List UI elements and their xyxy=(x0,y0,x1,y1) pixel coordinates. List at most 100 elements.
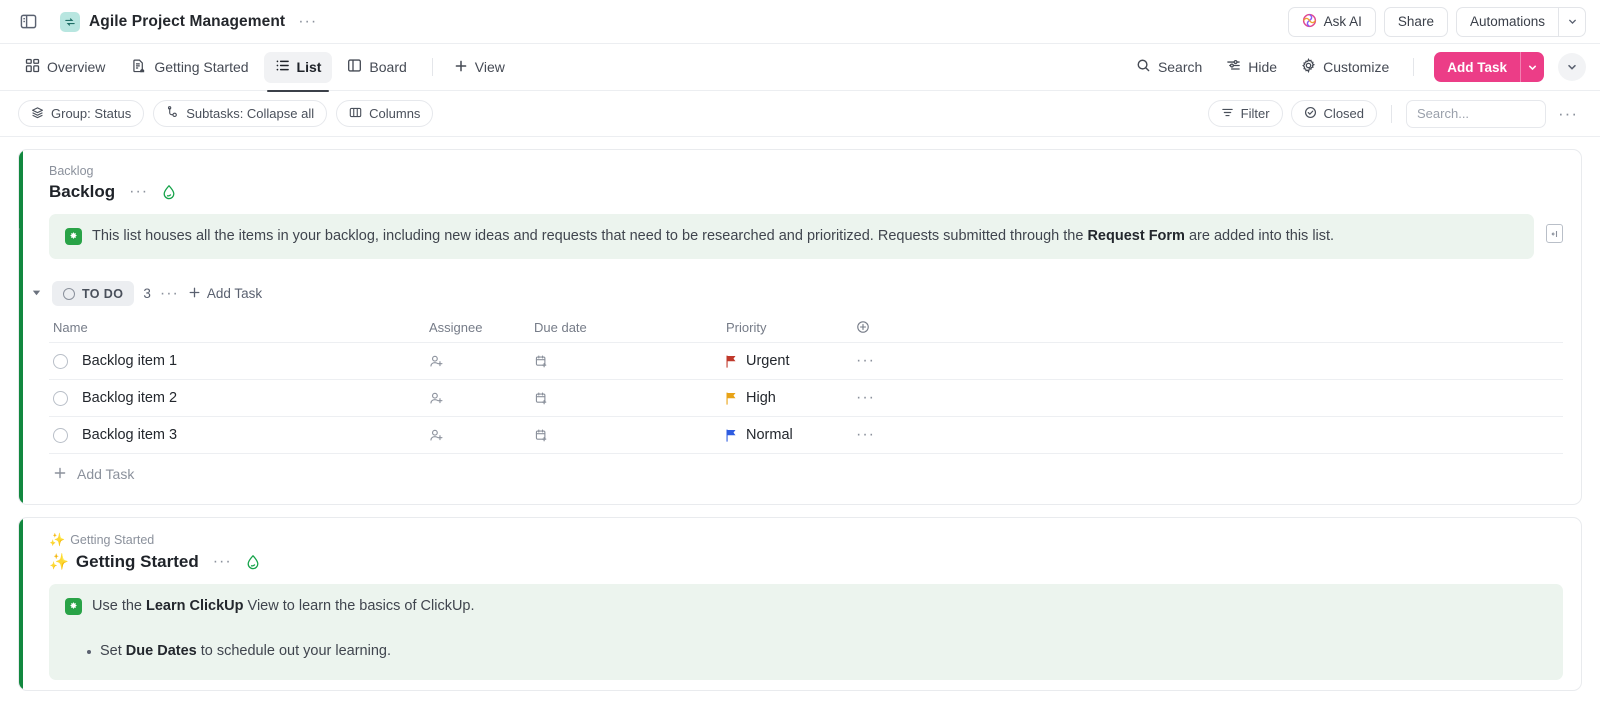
task-name-cell[interactable]: Backlog item 1 xyxy=(49,353,429,369)
status-badge[interactable]: TO DO xyxy=(52,281,135,307)
view-overflow-chevron-down-icon[interactable] xyxy=(1558,53,1586,81)
task-priority-label: Urgent xyxy=(746,353,790,370)
green-drop-icon[interactable] xyxy=(162,184,176,200)
add-person-icon[interactable] xyxy=(429,428,534,443)
group-by-label: Group: Status xyxy=(51,106,132,121)
group-more-button[interactable]: ··· xyxy=(160,285,179,303)
task-row-more-cell[interactable]: ··· xyxy=(856,426,896,444)
grid-squares-icon xyxy=(25,58,40,76)
sidebar-panel-icon[interactable] xyxy=(14,8,42,36)
ask-ai-button[interactable]: Ask AI xyxy=(1287,6,1376,37)
task-priority-cell[interactable]: Normal xyxy=(726,427,856,443)
task-priority-cell[interactable]: High xyxy=(726,390,856,406)
task-assignee-cell[interactable] xyxy=(429,391,534,406)
add-person-icon[interactable] xyxy=(429,354,534,369)
description-bullet-list: Set Due Dates to schedule out your learn… xyxy=(65,633,391,662)
customize-button[interactable]: Customize xyxy=(1291,52,1399,82)
task-row-more-button[interactable]: ··· xyxy=(856,426,875,444)
tab-getting-started[interactable]: Getting Started xyxy=(120,52,259,83)
group-add-task-button[interactable]: Add Task xyxy=(188,286,262,302)
automations-chevron-down-icon[interactable] xyxy=(1558,6,1586,37)
table-row[interactable]: Backlog item 1 Urgent ··· xyxy=(49,343,1563,381)
search-button[interactable]: Search xyxy=(1126,52,1212,82)
search-input[interactable] xyxy=(1417,106,1536,121)
task-name-cell[interactable]: Backlog item 3 xyxy=(49,427,429,443)
list-title-row: ✨ Getting Started ··· xyxy=(49,552,1563,572)
add-view-button[interactable]: View xyxy=(443,52,516,83)
task-priority-cell[interactable]: Urgent xyxy=(726,353,856,369)
tab-list[interactable]: List xyxy=(263,51,333,92)
automations-button[interactable]: Automations xyxy=(1455,6,1558,37)
add-person-icon[interactable] xyxy=(429,391,534,406)
add-task-chevron-down-icon[interactable] xyxy=(1520,52,1544,82)
table-row[interactable]: Backlog item 3 Normal ··· xyxy=(49,417,1563,455)
task-row-more-button[interactable]: ··· xyxy=(856,352,875,370)
share-label: Share xyxy=(1397,14,1434,29)
task-due-date-cell[interactable] xyxy=(534,354,726,369)
add-column-button[interactable] xyxy=(856,320,896,334)
clickup-list-view: Agile Project Management ··· Ask AI Shar… xyxy=(0,0,1600,710)
list-description-row: Use the Learn ClickUp View to learn the … xyxy=(49,584,1563,681)
task-status-circle-icon[interactable] xyxy=(53,427,68,443)
table-row[interactable]: Backlog item 2 High ··· xyxy=(49,380,1563,418)
sparkle-icon: ✨ xyxy=(49,554,69,572)
caret-down-icon[interactable] xyxy=(29,287,43,301)
learn-clickup-link[interactable]: Learn ClickUp xyxy=(146,598,244,614)
group-task-count: 3 xyxy=(143,286,151,302)
task-assignee-cell[interactable] xyxy=(429,428,534,443)
list-description-text: This list houses all the items in your b… xyxy=(92,228,1335,244)
search-input-wrapper[interactable] xyxy=(1406,99,1547,128)
add-calendar-icon[interactable] xyxy=(534,354,726,369)
task-row-more-cell[interactable]: ··· xyxy=(856,389,896,407)
column-header-priority[interactable]: Priority xyxy=(726,320,856,335)
tab-overview[interactable]: Overview xyxy=(14,52,116,83)
filter-label: Filter xyxy=(1240,106,1270,121)
list-more-button[interactable]: ··· xyxy=(209,554,236,570)
request-form-link[interactable]: Request Form xyxy=(1087,228,1185,244)
divider xyxy=(431,58,433,76)
task-assignee-cell[interactable] xyxy=(429,354,534,369)
plus-icon xyxy=(53,466,67,483)
list-more-button[interactable]: ··· xyxy=(125,184,152,200)
add-calendar-icon[interactable] xyxy=(534,428,726,443)
task-due-date-cell[interactable] xyxy=(534,391,726,406)
search-label: Search xyxy=(1157,59,1203,75)
subtasks-button[interactable]: Subtasks: Collapse all xyxy=(153,100,328,127)
task-row-more-button[interactable]: ··· xyxy=(856,389,875,407)
footer-add-task-button[interactable]: Add Task xyxy=(49,454,1563,494)
column-header-assignee[interactable]: Assignee xyxy=(429,320,534,335)
task-priority-label: High xyxy=(746,390,776,407)
closed-button[interactable]: Closed xyxy=(1290,100,1378,127)
list-icon xyxy=(275,58,290,76)
column-header-name[interactable]: Name xyxy=(49,320,429,335)
tab-board[interactable]: Board xyxy=(336,52,417,83)
group-by-button[interactable]: Group: Status xyxy=(18,100,145,127)
list-content: Backlog Backlog ··· This list houses all… xyxy=(0,137,1600,708)
closed-label: Closed xyxy=(1323,106,1365,121)
task-row-more-cell[interactable]: ··· xyxy=(856,352,896,370)
customize-label: Customize xyxy=(1323,59,1390,75)
filter-bar-right: Filter Closed ··· xyxy=(1207,99,1582,128)
task-status-circle-icon[interactable] xyxy=(53,390,68,406)
task-due-date-cell[interactable] xyxy=(534,428,726,443)
columns-icon xyxy=(349,106,362,122)
columns-button[interactable]: Columns xyxy=(336,100,434,127)
description-collapse-arrow-icon[interactable] xyxy=(19,225,22,239)
hide-button[interactable]: Hide xyxy=(1216,52,1287,82)
task-status-circle-icon[interactable] xyxy=(53,353,68,369)
task-name-cell[interactable]: Backlog item 2 xyxy=(49,390,429,406)
title-more-button[interactable]: ··· xyxy=(294,13,321,29)
add-calendar-icon[interactable] xyxy=(534,391,726,406)
priority-flag-icon xyxy=(726,392,736,405)
share-button[interactable]: Share xyxy=(1383,6,1448,37)
due-dates-link[interactable]: Due Dates xyxy=(126,643,197,659)
list-item: Set Due Dates to schedule out your learn… xyxy=(65,641,391,662)
add-task-button[interactable]: Add Task xyxy=(1434,52,1520,82)
column-header-due-date[interactable]: Due date xyxy=(534,320,726,335)
green-drop-icon[interactable] xyxy=(246,554,260,570)
list-title: ✨ Getting Started xyxy=(49,552,199,572)
filter-button[interactable]: Filter xyxy=(1207,100,1283,127)
filter-bar-more-button[interactable]: ··· xyxy=(1554,104,1582,124)
status-group-header: TO DO 3 ··· Add Task xyxy=(29,281,1563,307)
collapse-panel-icon[interactable] xyxy=(1546,224,1563,243)
